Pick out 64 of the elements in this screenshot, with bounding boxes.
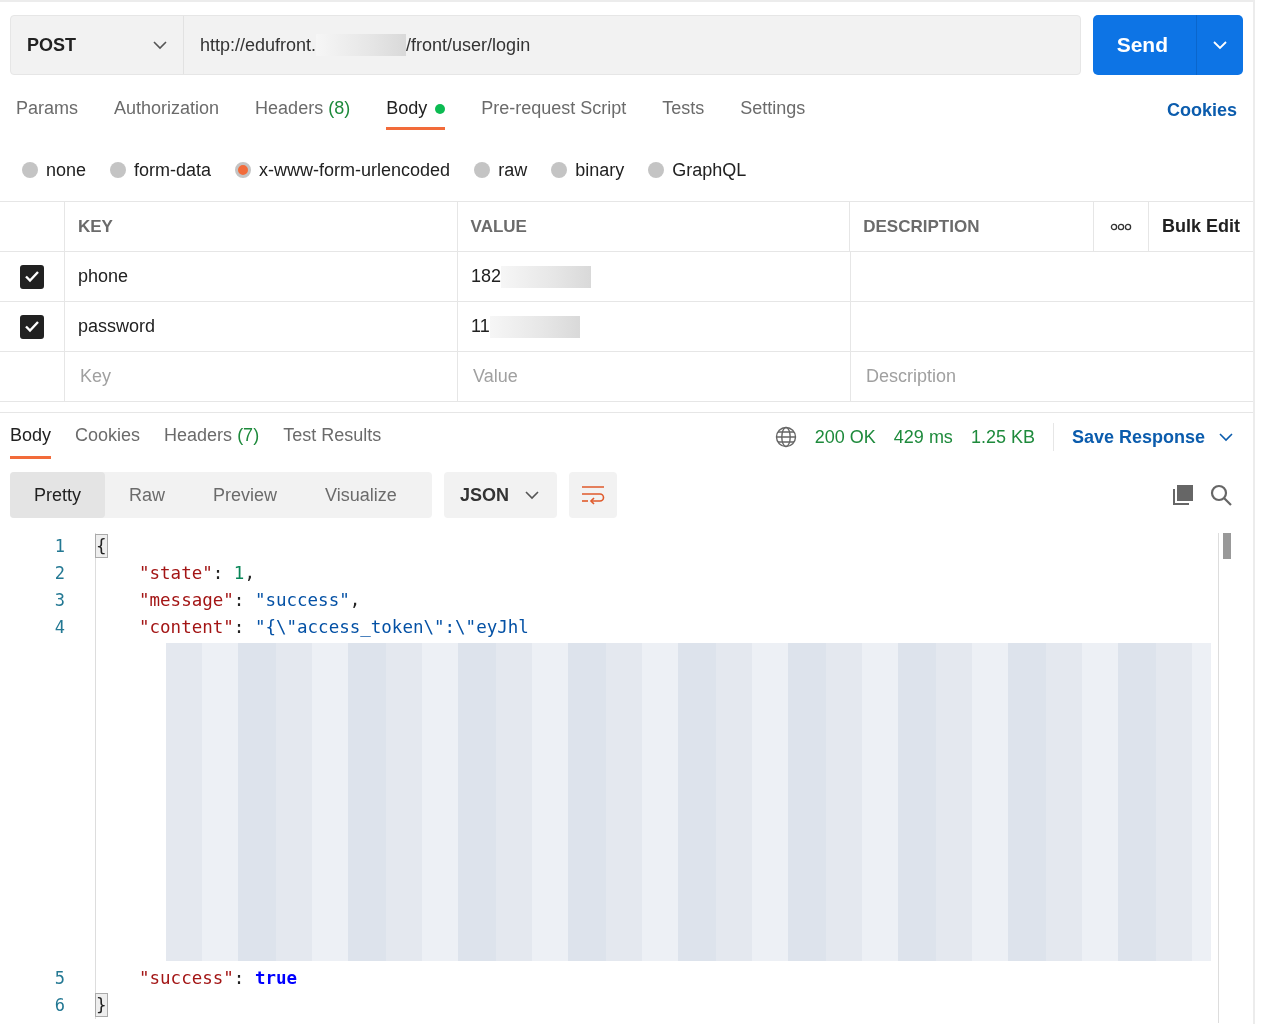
checkbox[interactable]	[20, 264, 44, 289]
column-header: VALUE	[470, 216, 527, 237]
param-key[interactable]: password	[78, 316, 156, 337]
view-mode-option[interactable]: Raw	[105, 472, 190, 518]
response-tab[interactable]: Headers (7)	[164, 415, 260, 459]
param-value[interactable]: 182	[471, 266, 502, 287]
request-tab[interactable]: Params	[16, 90, 78, 130]
line-number: 4	[54, 617, 65, 637]
line-number: 5	[54, 968, 65, 988]
code-line: "content": "{\"access_token\":\"eyJhl	[139, 616, 529, 639]
request-tab[interactable]: Authorization	[114, 90, 220, 130]
scrollbar[interactable]	[1218, 533, 1233, 1023]
globe-icon[interactable]	[774, 426, 797, 448]
request-tab[interactable]: Headers (8)	[255, 90, 351, 130]
cookies-link[interactable]: Cookies	[1166, 99, 1237, 121]
request-tab[interactable]: Body	[386, 90, 446, 130]
request-tab[interactable]: Tests	[662, 90, 705, 130]
search-icon[interactable]	[1209, 483, 1233, 507]
bulk-edit-button[interactable]: Bulk Edit	[1162, 216, 1240, 237]
view-mode-option[interactable]: Visualize	[301, 472, 421, 518]
param-value[interactable]: 11	[471, 316, 490, 337]
chevron-down-icon	[1219, 432, 1233, 442]
format-dropdown[interactable]: JSON	[444, 472, 557, 518]
chevron-down-icon	[525, 490, 539, 500]
response-size: 1.25 KB	[970, 426, 1035, 448]
body-type-radio[interactable]: x-www-form-urlencoded	[235, 159, 451, 181]
code-line: "state": 1,	[139, 562, 255, 585]
chevron-down-icon	[1213, 40, 1227, 50]
response-time: 429 ms	[893, 426, 953, 448]
more-options-icon[interactable]	[1110, 222, 1132, 231]
code-line: "message": "success",	[139, 589, 361, 612]
body-type-radio[interactable]: form-data	[110, 159, 212, 181]
line-number: 3	[54, 590, 65, 610]
description-input[interactable]: Description	[864, 365, 1240, 388]
response-tab[interactable]: Body	[10, 415, 52, 459]
body-type-radio[interactable]: GraphQL	[648, 159, 747, 181]
wrap-lines-icon	[581, 485, 605, 505]
view-mode-option[interactable]: Preview	[189, 472, 302, 518]
checkbox[interactable]	[20, 314, 44, 339]
view-mode-option[interactable]: Pretty	[10, 472, 105, 518]
request-tab[interactable]: Settings	[740, 90, 806, 130]
line-number: 2	[54, 563, 65, 583]
copy-icon[interactable]	[1171, 483, 1195, 507]
checkmark-icon	[24, 270, 40, 283]
chevron-down-icon	[153, 40, 167, 50]
value-input[interactable]: Value	[471, 365, 837, 388]
param-key[interactable]: phone	[78, 266, 129, 287]
body-type-radio[interactable]: binary	[551, 159, 625, 181]
column-header: DESCRIPTION	[863, 216, 980, 237]
line-number: 6	[54, 995, 65, 1015]
request-tab[interactable]: Pre-request Script	[481, 90, 627, 130]
checkmark-icon	[24, 320, 40, 333]
code-line: "success": true	[139, 967, 298, 990]
body-type-radio[interactable]: none	[22, 159, 87, 181]
save-response-button[interactable]: Save Response	[1071, 426, 1233, 448]
response-tab[interactable]: Test Results	[283, 415, 382, 459]
line-number: 1	[54, 536, 65, 556]
url-field[interactable]: http://edufront. /front/user/login	[184, 16, 531, 74]
column-header: KEY	[77, 216, 113, 237]
method-dropdown[interactable]: POST	[11, 16, 184, 74]
key-input[interactable]: Key	[78, 365, 444, 388]
response-tab[interactable]: Cookies	[75, 415, 141, 459]
body-type-radio[interactable]: raw	[474, 159, 528, 181]
status-code: 200 OK	[814, 426, 876, 448]
